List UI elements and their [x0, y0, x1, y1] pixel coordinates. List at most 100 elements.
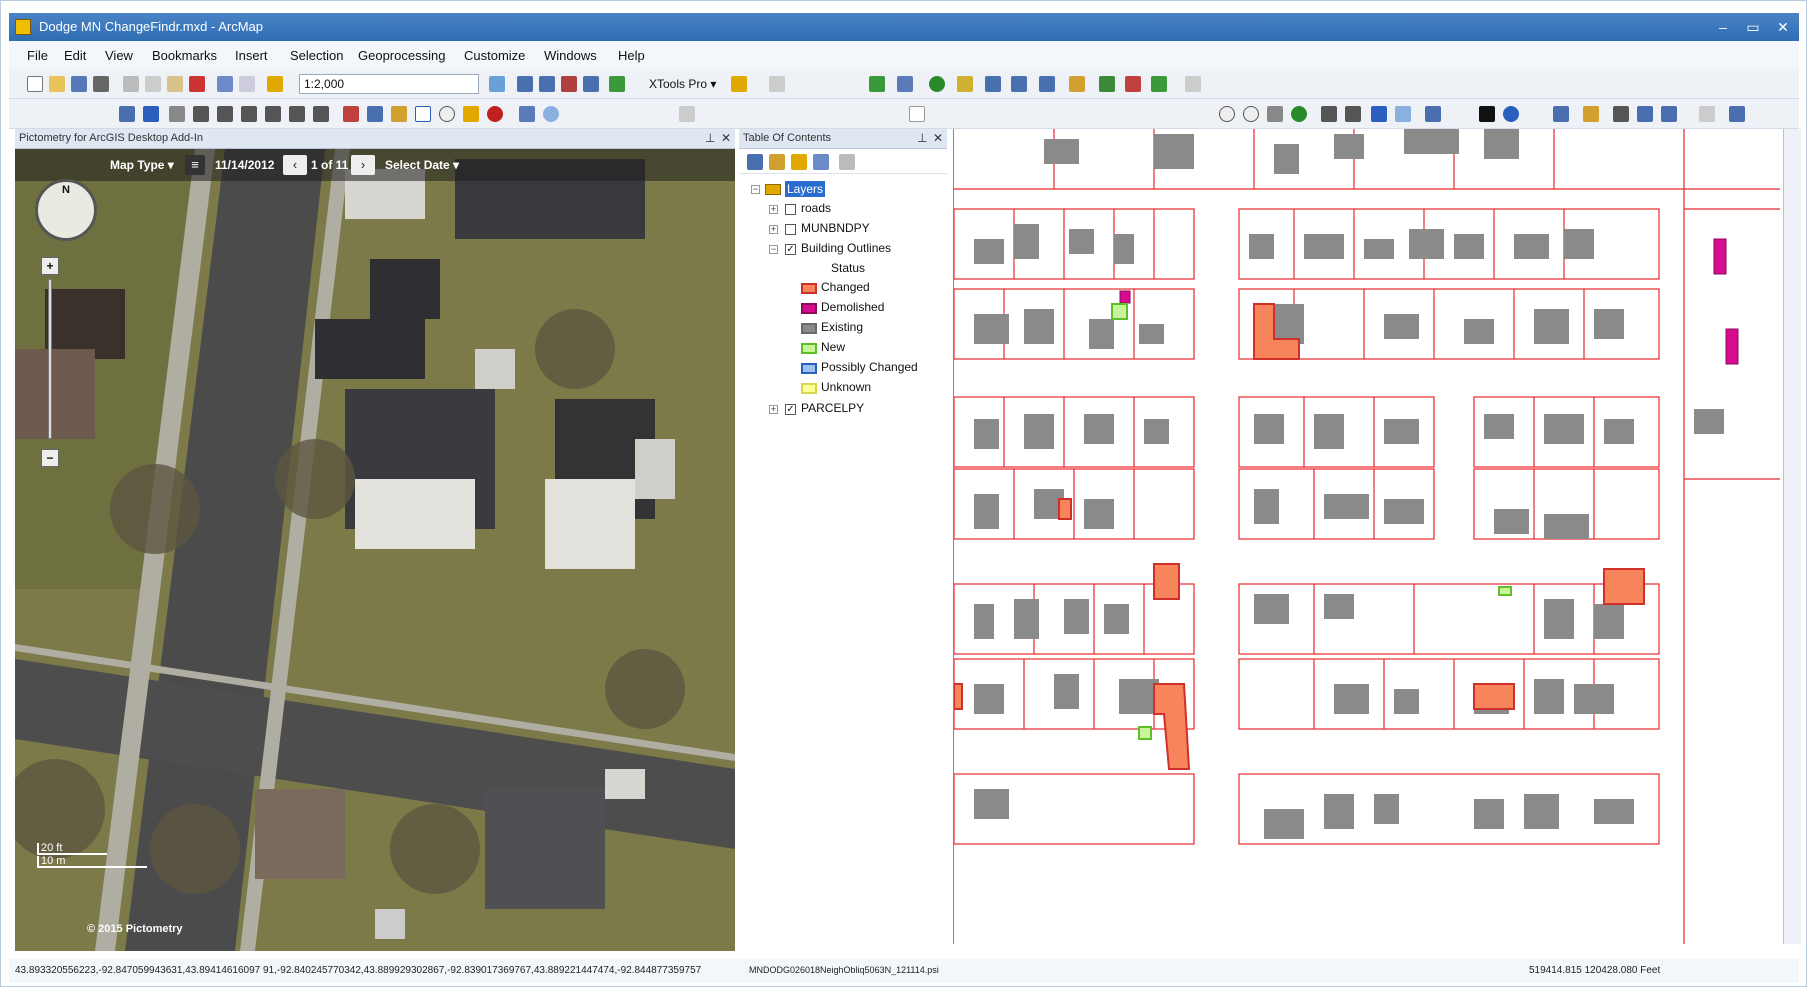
layout-tool-icon[interactable]	[769, 76, 785, 92]
python-window-icon[interactable]	[609, 76, 625, 92]
catalog-window-icon[interactable]	[539, 76, 555, 92]
height-icon[interactable]	[241, 106, 257, 122]
delete-icon[interactable]	[189, 76, 205, 92]
previous-image-button[interactable]: ‹	[283, 155, 307, 175]
add-data-icon[interactable]	[267, 76, 283, 92]
measure-tool-icon[interactable]	[1583, 106, 1599, 122]
toc-layer-building-outlines[interactable]: Building Outlines	[801, 241, 891, 255]
zoom-slider[interactable]	[48, 279, 52, 439]
paste-icon[interactable]	[167, 76, 183, 92]
html-popup-icon[interactable]	[1553, 106, 1569, 122]
xtools-pro-menu[interactable]: XTools Pro ▾	[649, 77, 716, 91]
edit-tools-icon[interactable]	[679, 106, 695, 122]
measure-icon[interactable]	[193, 106, 209, 122]
menu-customize[interactable]: Customize	[464, 48, 525, 63]
next-image-button[interactable]: ›	[351, 155, 375, 175]
pictometry-export-icon[interactable]	[519, 106, 535, 122]
building-outlines-visibility-checkbox[interactable]: ✓	[785, 244, 796, 255]
menu-selection[interactable]: Selection	[290, 48, 343, 63]
search-side-tab[interactable]	[1783, 129, 1801, 944]
toc-layer-parcelpy[interactable]: PARCELPY	[801, 401, 864, 415]
menu-insert[interactable]: Insert	[235, 48, 268, 63]
minimize-button[interactable]: –	[1709, 17, 1737, 37]
merge-icon[interactable]	[1099, 76, 1115, 92]
map-type-dropdown[interactable]: Map Type ▾	[110, 158, 174, 172]
pictometry-pin-icon[interactable]: ⊥	[705, 131, 715, 145]
map-view[interactable]	[953, 129, 1780, 944]
munbndpy-expand-icon[interactable]: +	[769, 225, 778, 234]
roads-expand-icon[interactable]: +	[769, 205, 778, 214]
split-icon[interactable]	[1125, 76, 1141, 92]
time-slider-icon[interactable]	[1699, 106, 1715, 122]
redo-icon[interactable]	[239, 76, 255, 92]
parcelpy-expand-icon[interactable]: +	[769, 405, 778, 414]
toc-options-icon[interactable]	[839, 154, 855, 170]
full-extent-icon[interactable]	[1291, 106, 1307, 122]
parcelpy-visibility-checkbox[interactable]: ✓	[785, 404, 796, 415]
layer-dropdown-field[interactable]	[909, 106, 925, 122]
back-extent-icon[interactable]	[1371, 106, 1387, 122]
layer-properties-icon[interactable]	[1039, 76, 1055, 92]
layers-stack-icon[interactable]: ≡	[185, 155, 205, 175]
pan-icon[interactable]	[1267, 106, 1283, 122]
pictometry-close-button[interactable]: ✕	[721, 131, 731, 145]
elevation-icon[interactable]	[289, 106, 305, 122]
select-features-icon[interactable]	[1425, 106, 1441, 122]
select-elements-icon[interactable]	[143, 106, 159, 122]
edit-vertices-icon[interactable]	[1069, 76, 1085, 92]
pictometry-settings-icon[interactable]	[391, 106, 407, 122]
pencil-icon[interactable]	[463, 106, 479, 122]
forward-extent-icon[interactable]	[1395, 106, 1411, 122]
identify-icon[interactable]	[1503, 106, 1519, 122]
info-icon[interactable]	[415, 106, 431, 122]
reshape-icon[interactable]	[1151, 76, 1167, 92]
editor-toolbar-icon[interactable]	[489, 76, 505, 92]
find-route-icon[interactable]	[1637, 106, 1653, 122]
layers-collapse-icon[interactable]: −	[751, 185, 760, 194]
cut-icon[interactable]	[123, 76, 139, 92]
zoom-in-button[interactable]: +	[41, 257, 59, 275]
menu-bookmarks[interactable]: Bookmarks	[152, 48, 217, 63]
draw-tool-icon[interactable]	[119, 106, 135, 122]
menu-file[interactable]: File	[27, 48, 48, 63]
identify-tool-icon[interactable]	[1011, 76, 1027, 92]
oblique-aerial-image[interactable]: Map Type ▾ ≡ 11/14/2012 ‹ 1 of 11 › Sele…	[15, 149, 735, 951]
save-icon[interactable]	[71, 76, 87, 92]
chart-tool-icon[interactable]	[985, 76, 1001, 92]
menu-edit[interactable]: Edit	[64, 48, 86, 63]
topology-icon[interactable]	[1185, 76, 1201, 92]
open-folder-icon[interactable]	[49, 76, 65, 92]
close-window-button[interactable]: ✕	[1769, 17, 1797, 37]
arctoolbox-icon[interactable]	[583, 76, 599, 92]
layers-group-label[interactable]: Layers	[785, 181, 826, 197]
globe-tool-icon[interactable]	[929, 76, 945, 92]
bearing-icon[interactable]	[313, 106, 329, 122]
area-icon[interactable]	[265, 106, 281, 122]
fixed-zoom-out-icon[interactable]	[1345, 106, 1361, 122]
create-viewer-icon[interactable]	[1729, 106, 1745, 122]
help-circle-icon[interactable]	[543, 106, 559, 122]
go-to-xy-icon[interactable]	[1661, 106, 1677, 122]
list-by-source-icon[interactable]	[769, 154, 785, 170]
print-icon[interactable]	[93, 76, 109, 92]
copy-icon[interactable]	[145, 76, 161, 92]
munbndpy-visibility-checkbox[interactable]	[785, 224, 796, 235]
fixed-zoom-in-icon[interactable]	[1321, 106, 1337, 122]
table-of-contents-icon[interactable]	[517, 76, 533, 92]
compass-navigation-control[interactable]: N	[35, 179, 97, 241]
map-scale-field[interactable]: 1:2,000	[299, 74, 479, 94]
graphics-tool-icon[interactable]	[897, 76, 913, 92]
select-pointer-icon[interactable]	[1479, 106, 1495, 122]
zoom-in-icon[interactable]	[1219, 106, 1235, 122]
zoom-search-icon[interactable]	[439, 106, 455, 122]
roads-visibility-checkbox[interactable]	[785, 204, 796, 215]
menu-view[interactable]: View	[105, 48, 133, 63]
find-icon[interactable]	[1613, 106, 1629, 122]
list-by-visibility-icon[interactable]	[791, 154, 807, 170]
sync-view-icon[interactable]	[343, 106, 359, 122]
list-by-drawing-order-icon[interactable]	[747, 154, 763, 170]
new-document-icon[interactable]	[27, 76, 43, 92]
menu-geoprocessing[interactable]: Geoprocessing	[358, 48, 445, 63]
toc-layer-roads[interactable]: roads	[801, 201, 831, 215]
toc-pin-icon[interactable]: ⊥	[917, 131, 927, 145]
